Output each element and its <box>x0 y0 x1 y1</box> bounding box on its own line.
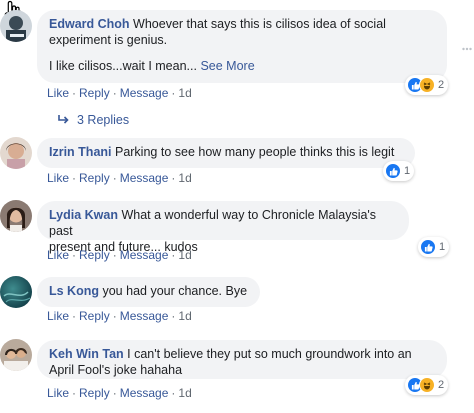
like-reaction-icon <box>385 163 401 179</box>
comment-author[interactable]: Keh Win Tan <box>49 347 124 361</box>
reply-link[interactable]: Reply <box>79 171 110 185</box>
like-link[interactable]: Like <box>47 171 69 185</box>
comment-actions: Like · Reply · Message · 1d <box>47 309 192 323</box>
comment-text: I like cilisos...wait I mean... <box>49 59 197 73</box>
separator: · <box>72 171 77 185</box>
separator: · <box>112 171 117 185</box>
message-link[interactable]: Message <box>120 171 169 185</box>
separator: · <box>171 309 176 323</box>
message-link[interactable]: Message <box>120 248 169 262</box>
message-link[interactable]: Message <box>120 86 169 100</box>
comment-author[interactable]: Edward Choh <box>49 17 130 31</box>
separator: · <box>72 86 77 100</box>
separator: · <box>72 248 77 262</box>
comment-timestamp[interactable]: 1d <box>178 309 191 323</box>
like-link[interactable]: Like <box>47 248 69 262</box>
see-more-link[interactable]: See More <box>200 59 254 73</box>
reaction-count: 2 <box>438 379 445 391</box>
comment-actions: Like · Reply · Message · 1d <box>47 86 192 100</box>
like-reaction-icon <box>420 239 436 255</box>
reply-arrow-icon <box>57 113 69 127</box>
like-link[interactable]: Like <box>47 309 69 323</box>
view-replies-link[interactable]: 3 Replies <box>57 113 129 127</box>
like-link[interactable]: Like <box>47 86 69 100</box>
reaction-count: 1 <box>439 241 446 253</box>
separator: · <box>112 309 117 323</box>
more-options-icon[interactable] <box>462 40 472 54</box>
reaction-count: 2 <box>438 79 445 91</box>
avatar[interactable] <box>0 276 32 308</box>
comment-actions: Like · Reply · Message · 1d <box>47 386 192 400</box>
comment-text: Whoever that says this is cilisos idea o… <box>133 17 386 31</box>
reply-link[interactable]: Reply <box>79 386 110 400</box>
comment-author[interactable]: Ls Kong <box>49 284 99 298</box>
comment-author[interactable]: Izrin Thani <box>49 145 112 159</box>
comment-bubble: Edward Choh Whoever that says this is ci… <box>37 10 447 83</box>
separator: · <box>171 248 176 262</box>
reaction-summary[interactable]: 1 <box>418 237 450 257</box>
like-link[interactable]: Like <box>47 386 69 400</box>
message-link[interactable]: Message <box>120 309 169 323</box>
comment-timestamp[interactable]: 1d <box>178 86 191 100</box>
comment-timestamp[interactable]: 1d <box>178 248 191 262</box>
separator: · <box>72 386 77 400</box>
separator: · <box>112 386 117 400</box>
reaction-summary[interactable]: 2 <box>405 375 449 395</box>
avatar[interactable] <box>0 137 32 169</box>
avatar[interactable] <box>0 200 32 232</box>
comment-timestamp[interactable]: 1d <box>178 386 191 400</box>
comment-bubble: Izrin Thani Parking to see how many peop… <box>37 138 415 168</box>
reaction-summary[interactable]: 1 <box>383 161 415 181</box>
comment-text: April Fool's joke hahaha <box>49 363 183 377</box>
comment-text: I can't believe they put so much groundw… <box>127 347 412 361</box>
message-link[interactable]: Message <box>120 386 169 400</box>
separator: · <box>171 86 176 100</box>
reply-link[interactable]: Reply <box>79 248 110 262</box>
avatar[interactable] <box>0 10 32 42</box>
haha-reaction-icon <box>419 377 435 393</box>
comment-bubble: Ls Kong you had your chance. Bye <box>37 277 260 307</box>
comment-bubble: Lydia Kwan What a wonderful way to Chron… <box>37 201 409 254</box>
comments-feed: Edward Choh Whoever that says this is ci… <box>0 0 474 413</box>
separator: · <box>72 309 77 323</box>
comment-text: you had your chance. Bye <box>102 284 248 298</box>
reaction-summary[interactable]: 2 <box>405 75 449 95</box>
comment-bubble: Keh Win Tan I can't believe they put so … <box>37 340 447 379</box>
separator: · <box>171 386 176 400</box>
reply-link[interactable]: Reply <box>79 309 110 323</box>
comment-author[interactable]: Lydia Kwan <box>49 208 118 222</box>
reply-link[interactable]: Reply <box>79 86 110 100</box>
reaction-count: 1 <box>404 165 411 177</box>
separator: · <box>171 171 176 185</box>
separator: · <box>112 86 117 100</box>
comment-timestamp[interactable]: 1d <box>178 171 191 185</box>
comment-text: experiment is genius. <box>49 33 168 47</box>
replies-count-label: 3 Replies <box>77 113 130 127</box>
comment-actions: Like · Reply · Message · 1d <box>47 248 192 262</box>
comment-actions: Like · Reply · Message · 1d <box>47 171 192 185</box>
separator: · <box>112 248 117 262</box>
haha-reaction-icon <box>419 77 435 93</box>
avatar[interactable] <box>0 339 32 371</box>
comment-text: Parking to see how many people thinks th… <box>114 145 395 159</box>
